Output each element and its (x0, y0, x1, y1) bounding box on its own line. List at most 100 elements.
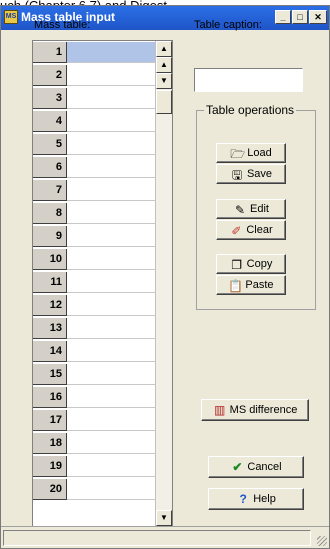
mass-cell[interactable] (67, 88, 156, 109)
edit-button[interactable]: ✎ Edit (216, 199, 286, 219)
table-row[interactable]: 12 (33, 295, 156, 317)
table-row[interactable]: 16 (33, 387, 156, 409)
cancel-button[interactable]: ✔ Cancel (208, 456, 304, 478)
mass-cell[interactable] (67, 134, 156, 155)
mass-cell[interactable] (67, 364, 156, 385)
mass-cell[interactable] (67, 456, 156, 477)
table-row[interactable]: 1 (33, 42, 156, 64)
mass-cell[interactable] (67, 226, 156, 247)
minimize-button[interactable]: _ (275, 10, 291, 24)
mass-cell[interactable] (67, 272, 156, 293)
scroll-thumb[interactable] (156, 90, 172, 114)
mass-cell[interactable] (67, 387, 156, 408)
row-header[interactable]: 6 (33, 157, 67, 178)
table-operations-title: Table operations (204, 103, 297, 117)
table-row[interactable]: 3 (33, 88, 156, 110)
row-header[interactable]: 13 (33, 318, 67, 339)
mass-cell[interactable] (67, 42, 156, 63)
arrow-up-icon: ▲ (160, 44, 168, 53)
row-header[interactable]: 3 (33, 88, 67, 109)
clear-button[interactable]: ✐ Clear (216, 220, 286, 240)
table-row[interactable]: 10 (33, 249, 156, 271)
table-row[interactable]: 2 (33, 65, 156, 87)
mass-cell[interactable] (67, 249, 156, 270)
table-row[interactable]: 9 (33, 226, 156, 248)
maximize-icon: □ (297, 12, 303, 22)
mass-cell[interactable] (67, 65, 156, 86)
copy-button[interactable]: ❐ Copy (216, 254, 286, 274)
row-header[interactable]: 5 (33, 134, 67, 155)
mass-cell[interactable] (67, 180, 156, 201)
table-row[interactable]: 15 (33, 364, 156, 386)
vertical-scrollbar[interactable]: ▲ ▲ ▼ ▼ (155, 41, 172, 526)
table-row[interactable]: 19 (33, 456, 156, 478)
table-row[interactable]: 5 (33, 134, 156, 156)
table-caption-field[interactable] (194, 68, 303, 92)
mass-cell[interactable] (67, 295, 156, 316)
table-row[interactable]: 7 (33, 180, 156, 202)
maximize-button[interactable]: □ (292, 10, 308, 24)
load-button[interactable]: 🗁 Load (216, 143, 286, 163)
table-row[interactable]: 17 (33, 410, 156, 432)
row-header[interactable]: 7 (33, 180, 67, 201)
checkmark-icon: ✔ (232, 460, 243, 475)
paste-icon: 📋 (228, 278, 244, 293)
save-button[interactable]: 🖫 Save (216, 164, 286, 184)
table-caption-input[interactable] (195, 69, 302, 91)
mass-cell[interactable] (67, 203, 156, 224)
paste-button[interactable]: 📋 Paste (216, 275, 286, 295)
mass-cell[interactable] (67, 410, 156, 431)
table-row[interactable]: 4 (33, 111, 156, 133)
arrow-up-small-icon: ▲ (160, 60, 168, 69)
copy-icon: ❐ (231, 257, 243, 272)
table-row[interactable]: 20 (33, 479, 156, 501)
scroll-page-up-button[interactable]: ▲ (156, 57, 172, 73)
row-header[interactable]: 14 (33, 341, 67, 362)
resize-grip-icon[interactable] (317, 536, 327, 546)
scroll-page-down-button[interactable]: ▼ (156, 73, 172, 89)
row-header[interactable]: 17 (33, 410, 67, 431)
row-header[interactable]: 15 (33, 364, 67, 385)
status-bar (1, 526, 329, 548)
mass-cell[interactable] (67, 318, 156, 339)
row-header[interactable]: 16 (33, 387, 67, 408)
table-row[interactable]: 11 (33, 272, 156, 294)
row-header[interactable]: 9 (33, 226, 67, 247)
row-header[interactable]: 11 (33, 272, 67, 293)
row-header[interactable]: 4 (33, 111, 67, 132)
row-header[interactable]: 12 (33, 295, 67, 316)
save-icon: 🖫 (231, 167, 243, 182)
row-header[interactable]: 2 (33, 65, 67, 86)
row-header[interactable]: 19 (33, 456, 67, 477)
mass-table-label: Mass table: (34, 19, 91, 31)
scroll-down-button[interactable]: ▼ (156, 510, 172, 526)
question-icon: ? (239, 492, 247, 507)
mass-cell[interactable] (67, 433, 156, 454)
app-icon: MS (4, 10, 18, 24)
arrow-down-small-icon: ▼ (160, 76, 168, 85)
table-row[interactable]: 14 (33, 341, 156, 363)
edit-icon: ✎ (234, 202, 246, 217)
mass-table-dialog: MS Mass table input _ □ ✕ Mass table: 12… (0, 5, 330, 549)
row-header[interactable]: 10 (33, 249, 67, 270)
table-caption-label: Table caption: (194, 19, 262, 31)
row-header[interactable]: 20 (33, 479, 67, 500)
mass-cell[interactable] (67, 111, 156, 132)
table-row[interactable]: 18 (33, 433, 156, 455)
mass-cell[interactable] (67, 479, 156, 500)
mass-cell[interactable] (67, 157, 156, 178)
row-header[interactable]: 8 (33, 203, 67, 224)
row-header[interactable]: 18 (33, 433, 67, 454)
close-button[interactable]: ✕ (309, 10, 327, 24)
mass-cell[interactable] (67, 341, 156, 362)
row-header[interactable]: 1 (33, 42, 67, 63)
folder-open-icon: 🗁 (230, 146, 246, 161)
scroll-up-button[interactable]: ▲ (156, 41, 172, 57)
help-button[interactable]: ? Help (208, 488, 304, 510)
chart-icon: ▥ (213, 403, 226, 418)
table-row[interactable]: 6 (33, 157, 156, 179)
ms-difference-button[interactable]: ▥ MS difference (201, 399, 309, 421)
table-row[interactable]: 8 (33, 203, 156, 225)
table-row[interactable]: 13 (33, 318, 156, 340)
mass-table-grid[interactable]: 1 2 3 4 5 6 7 8 9 10 11 12 13 14 15 16 17 18 19 20 ▲ ▲ ▼ ▼ (32, 40, 173, 527)
